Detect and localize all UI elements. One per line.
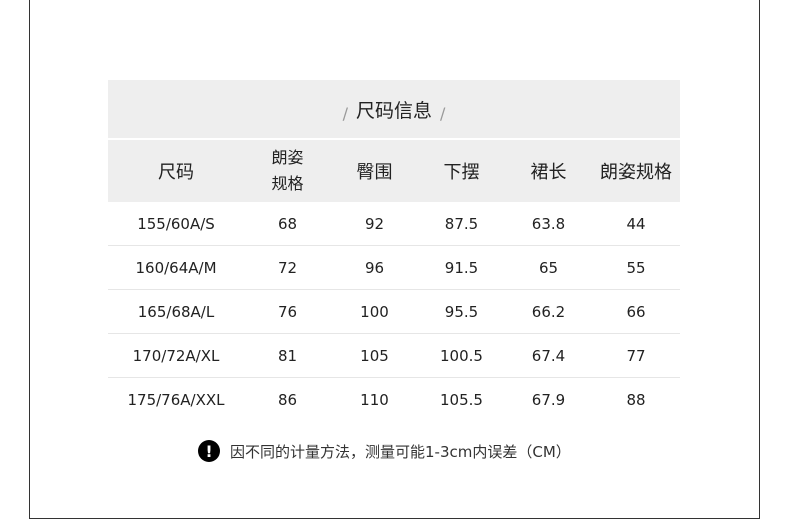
note-text: 因不同的计量方法，测量可能1-3cm内误差（CM） (230, 442, 571, 461)
header-lancy-spec: 朗姿规格 (600, 162, 672, 183)
cell-hip: 100 (360, 302, 389, 321)
cell-size: 160/64A/M (135, 258, 217, 277)
table-body: 155/60A/S 68 92 87.5 63.8 44 160/64A/M 7… (108, 202, 680, 421)
cell-hem: 87.5 (444, 214, 479, 233)
header-size: 尺码 (158, 162, 194, 183)
cell-hip: 110 (360, 390, 389, 409)
size-table: / 尺码信息 / 尺码 朗姿 规格 臀围 下摆 裙长 朗姿规格 155/60A/… (108, 80, 680, 421)
cell-hem: 95.5 (444, 302, 479, 321)
cell-length: 67.9 (531, 390, 566, 409)
cell-spec2: 77 (626, 346, 646, 365)
cell-hem: 105.5 (440, 390, 483, 409)
cell-spec: 81 (277, 346, 298, 365)
title-slash-left: / (342, 103, 348, 123)
title-slash-right: / (440, 103, 446, 123)
table-title: 尺码信息 (355, 99, 432, 122)
header-skirt-length: 裙长 (530, 162, 567, 183)
cell-length: 67.4 (531, 346, 566, 365)
header-hem: 下摆 (443, 162, 480, 183)
table-row: 170/72A/XL 81 105 100.5 67.4 77 (108, 334, 680, 378)
cell-spec2: 44 (626, 214, 646, 233)
cell-hip: 105 (360, 346, 389, 365)
cell-size: 175/76A/XXL (127, 390, 225, 409)
header-lancy-spec-wrapped: 朗姿 规格 (244, 145, 331, 197)
cell-hem: 91.5 (444, 258, 479, 277)
table-row: 155/60A/S 68 92 87.5 63.8 44 (108, 202, 680, 246)
cell-spec2: 55 (626, 258, 646, 277)
cell-length: 63.8 (531, 214, 566, 233)
cell-size: 155/60A/S (137, 214, 215, 233)
exclamation-icon: ! (198, 440, 220, 462)
cell-size: 165/68A/L (137, 302, 215, 321)
cell-size: 170/72A/XL (132, 346, 220, 365)
cell-spec: 72 (277, 258, 298, 277)
header-lancy-spec-line2: 规格 (271, 174, 304, 193)
table-row: 175/76A/XXL 86 110 105.5 67.9 88 (108, 378, 680, 421)
table-row: 165/68A/L 76 100 95.5 66.2 66 (108, 290, 680, 334)
cell-length: 66.2 (531, 302, 566, 321)
cell-length: 65 (538, 258, 559, 277)
table-row: 160/64A/M 72 96 91.5 65 55 (108, 246, 680, 290)
header-lancy-spec-line1: 朗姿 (271, 148, 304, 167)
cell-spec2: 66 (626, 302, 646, 321)
cell-spec: 76 (277, 302, 298, 321)
table-header: 尺码 朗姿 规格 臀围 下摆 裙长 朗姿规格 (108, 138, 680, 202)
measurement-note: ! 因不同的计量方法，测量可能1-3cm内误差（CM） (198, 440, 571, 462)
cell-hip: 96 (364, 258, 385, 277)
cell-hip: 92 (364, 214, 385, 233)
table-title-bar: / 尺码信息 / (108, 80, 680, 138)
cell-spec: 68 (277, 214, 298, 233)
cell-hem: 100.5 (440, 346, 483, 365)
cell-spec2: 88 (626, 390, 646, 409)
cell-spec: 86 (277, 390, 298, 409)
header-hip: 臀围 (356, 162, 393, 183)
